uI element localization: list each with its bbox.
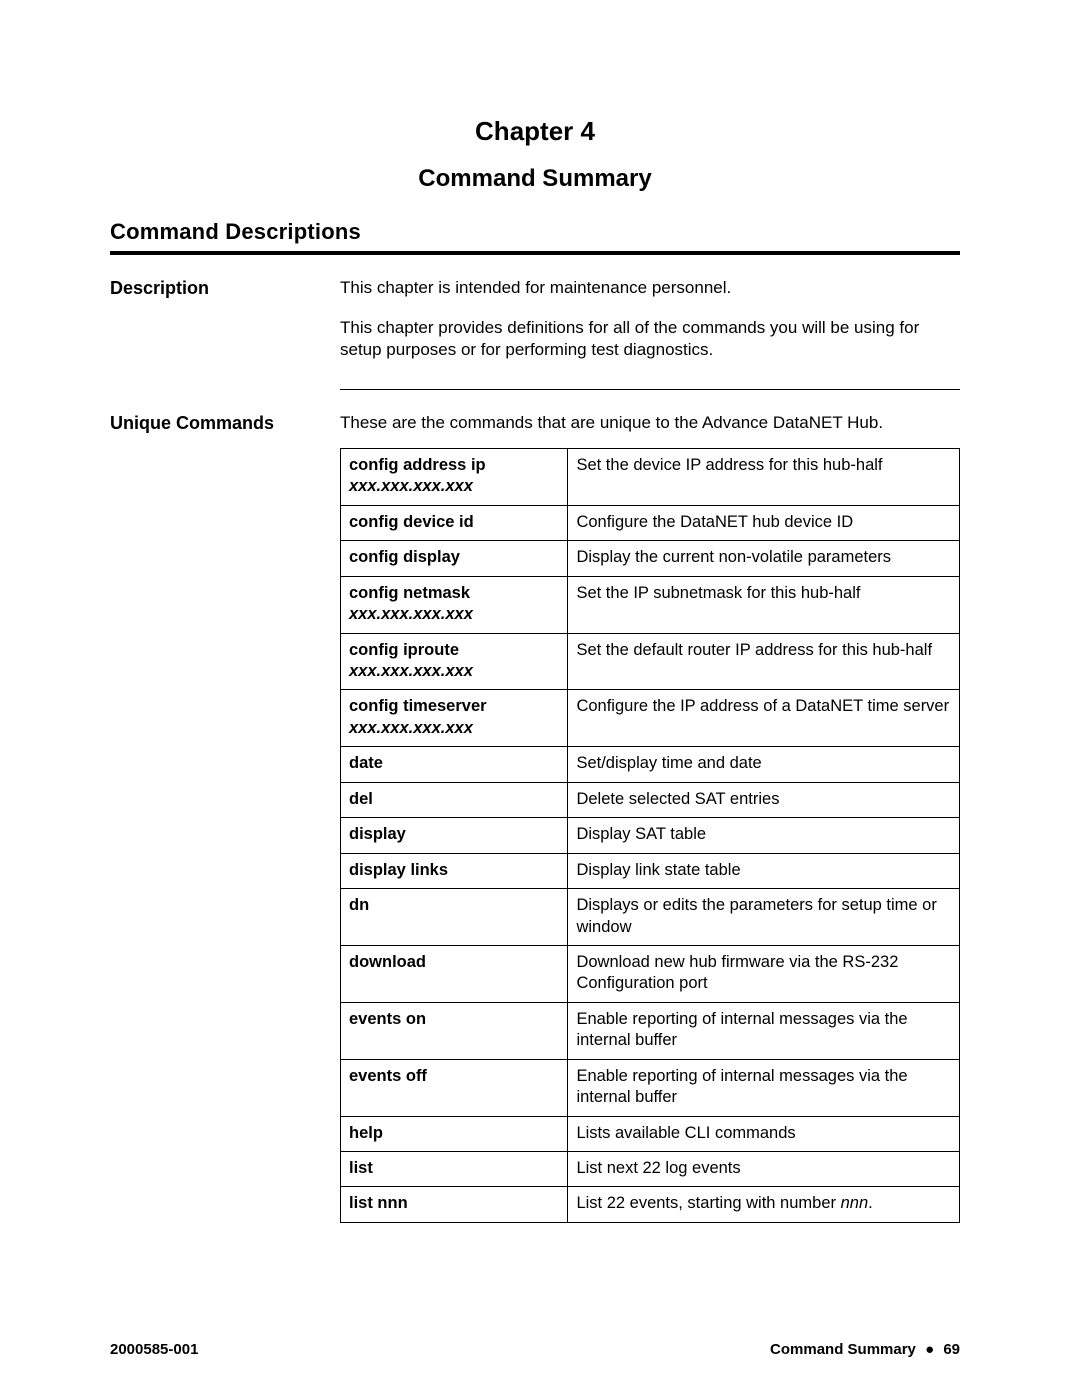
command-cell: config device id xyxy=(341,505,568,540)
table-row: list List next 22 log events xyxy=(341,1152,960,1187)
command-cell: dn xyxy=(341,889,568,946)
table-row: config display Display the current non-vo… xyxy=(341,541,960,576)
chapter-number: Chapter 4 xyxy=(110,115,960,149)
description-p2: This chapter provides definitions for al… xyxy=(340,317,960,361)
command-name: download xyxy=(349,953,426,971)
command-name: events off xyxy=(349,1067,427,1085)
command-name: display links xyxy=(349,861,448,879)
table-row: events on Enable reporting of internal me… xyxy=(341,1002,960,1059)
command-desc: Set the device IP address for this hub-h… xyxy=(568,448,960,505)
command-desc: Set the IP subnetmask for this hub-half xyxy=(568,576,960,633)
command-arg: xxx.xxx.xxx.xxx xyxy=(349,605,473,623)
command-desc: Enable reporting of internal messages vi… xyxy=(568,1059,960,1116)
command-cell: events off xyxy=(341,1059,568,1116)
description-label: Description xyxy=(110,277,340,412)
command-name: config iproute xyxy=(349,641,459,659)
command-name: config display xyxy=(349,548,460,566)
command-name: events on xyxy=(349,1010,426,1028)
command-cell: config netmask xxx.xxx.xxx.xxx xyxy=(341,576,568,633)
page: Chapter 4 Command Summary Command Descri… xyxy=(0,0,1080,1397)
command-desc: Display the current non-volatile paramet… xyxy=(568,541,960,576)
command-desc: Set the default router IP address for th… xyxy=(568,633,960,690)
table-row: display links Display link state table xyxy=(341,853,960,888)
command-name: date xyxy=(349,754,383,772)
unique-commands-label: Unique Commands xyxy=(110,412,340,1223)
command-desc: Delete selected SAT entries xyxy=(568,782,960,817)
command-name: config device id xyxy=(349,513,474,531)
footer-right: Command Summary ● 69 xyxy=(770,1340,960,1360)
command-desc: Configure the IP address of a DataNET ti… xyxy=(568,690,960,747)
page-footer: 2000585-001 Command Summary ● 69 xyxy=(110,1340,960,1360)
table-row: config device id Configure the DataNET hu… xyxy=(341,505,960,540)
command-name: config netmask xyxy=(349,584,470,602)
command-desc: List 22 events, starting with number nnn… xyxy=(568,1187,960,1222)
command-cell: config iproute xxx.xxx.xxx.xxx xyxy=(341,633,568,690)
command-name: config address ip xyxy=(349,456,486,474)
command-name: list nnn xyxy=(349,1194,408,1212)
command-name: del xyxy=(349,790,373,808)
command-arg: xxx.xxx.xxx.xxx xyxy=(349,662,473,680)
command-desc: Display SAT table xyxy=(568,818,960,853)
command-desc: Set/display time and date xyxy=(568,747,960,782)
command-arg: xxx.xxx.xxx.xxx xyxy=(349,477,473,495)
command-desc: List next 22 log events xyxy=(568,1152,960,1187)
table-row: date Set/display time and date xyxy=(341,747,960,782)
command-cell: display links xyxy=(341,853,568,888)
chapter-title: Command Summary xyxy=(110,163,960,194)
command-cell: list xyxy=(341,1152,568,1187)
section-heading: Command Descriptions xyxy=(110,218,960,255)
command-name: dn xyxy=(349,896,369,914)
table-row: config timeserver xxx.xxx.xxx.xxx Configur… xyxy=(341,690,960,747)
command-cell: list nnn xyxy=(341,1187,568,1222)
command-name: config timeserver xyxy=(349,697,487,715)
table-row: display Display SAT table xyxy=(341,818,960,853)
command-desc: Download new hub firmware via the RS-232… xyxy=(568,945,960,1002)
command-cell: display xyxy=(341,818,568,853)
command-arg: xxx.xxx.xxx.xxx xyxy=(349,719,473,737)
command-cell: date xyxy=(341,747,568,782)
command-cell: config address ip xxx.xxx.xxx.xxx xyxy=(341,448,568,505)
command-desc: Lists available CLI commands xyxy=(568,1116,960,1151)
command-name: list xyxy=(349,1159,373,1177)
table-row: help Lists available CLI commands xyxy=(341,1116,960,1151)
command-desc: Configure the DataNET hub device ID xyxy=(568,505,960,540)
table-row: config address ip xxx.xxx.xxx.xxx Set the … xyxy=(341,448,960,505)
commands-table: config address ip xxx.xxx.xxx.xxx Set the … xyxy=(340,448,960,1223)
table-row: config iproute xxx.xxx.xxx.xxx Set the def… xyxy=(341,633,960,690)
unique-commands-section: Unique Commands These are the commands t… xyxy=(110,412,960,1223)
table-row: download Download new hub firmware via th… xyxy=(341,945,960,1002)
description-body: This chapter is intended for maintenance… xyxy=(340,277,960,412)
command-cell: config display xyxy=(341,541,568,576)
command-cell: config timeserver xxx.xxx.xxx.xxx xyxy=(341,690,568,747)
footer-docnum: 2000585-001 xyxy=(110,1340,198,1360)
command-cell: del xyxy=(341,782,568,817)
table-row: list nnn List 22 events, starting with nu… xyxy=(341,1187,960,1222)
table-row: events off Enable reporting of internal m… xyxy=(341,1059,960,1116)
command-cell: events on xyxy=(341,1002,568,1059)
footer-section: Command Summary xyxy=(770,1341,916,1358)
divider xyxy=(340,389,960,390)
command-name: display xyxy=(349,825,406,843)
command-cell: help xyxy=(341,1116,568,1151)
description-section: Description This chapter is intended for… xyxy=(110,277,960,412)
table-row: config netmask xxx.xxx.xxx.xxx Set the IP … xyxy=(341,576,960,633)
command-desc: Displays or edits the parameters for set… xyxy=(568,889,960,946)
command-desc: Display link state table xyxy=(568,853,960,888)
command-name: help xyxy=(349,1124,383,1142)
table-row: del Delete selected SAT entries xyxy=(341,782,960,817)
command-cell: download xyxy=(341,945,568,1002)
bullet-icon: ● xyxy=(925,1341,934,1358)
footer-page-number: 69 xyxy=(943,1341,960,1358)
description-p1: This chapter is intended for maintenance… xyxy=(340,277,960,299)
command-desc: Enable reporting of internal messages vi… xyxy=(568,1002,960,1059)
table-row: dn Displays or edits the parameters for s… xyxy=(341,889,960,946)
unique-commands-intro: These are the commands that are unique t… xyxy=(340,412,960,434)
unique-commands-body: These are the commands that are unique t… xyxy=(340,412,960,1223)
